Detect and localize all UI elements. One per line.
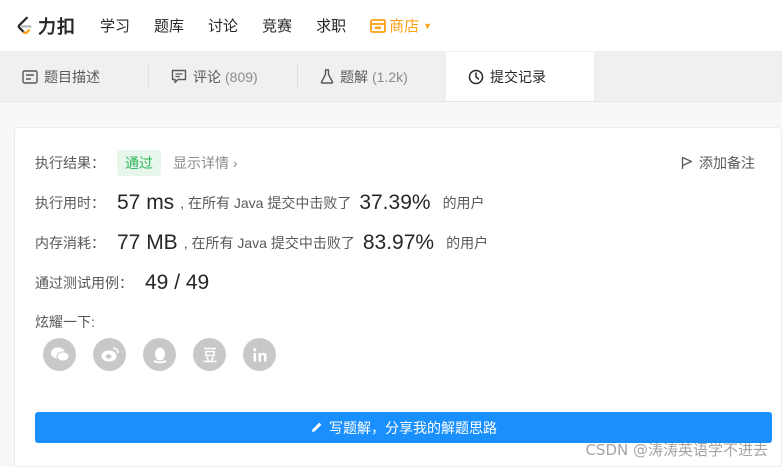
nav-item-shop[interactable]: 商店 ▼ (370, 15, 432, 36)
memory-label: 内存消耗： (35, 235, 105, 251)
chevron-down-icon: ▼ (423, 20, 433, 31)
tab-solutions-count: (1.2k) (372, 68, 408, 85)
write-solution-label: 写题解，分享我的解题思路 (329, 419, 497, 436)
memory-suffix: 的用户 (446, 235, 489, 251)
comment-icon (171, 69, 187, 84)
runtime-label: 执行用时： (35, 195, 105, 211)
testcases-value: 49 / 49 (145, 271, 210, 294)
runtime-percent: 37.39% (359, 191, 431, 214)
flag-icon (681, 156, 693, 169)
nav-item-discuss[interactable]: 讨论 (208, 15, 238, 36)
tab-solutions[interactable]: 题解 (1.2k) (298, 52, 446, 101)
watermark: CSDN @涛涛英语学不进去 (585, 441, 768, 459)
share-label: 炫耀一下: (35, 314, 95, 330)
linkedin-icon[interactable] (243, 338, 276, 371)
flask-icon (320, 69, 334, 84)
leetcode-logo-icon (17, 16, 32, 34)
shop-icon (370, 18, 386, 33)
testcases-label: 通过测试用例： (35, 275, 133, 291)
tab-solutions-label: 题解 (340, 68, 368, 85)
memory-value: 77 MB (117, 231, 178, 254)
weibo-icon[interactable] (93, 338, 126, 371)
runtime-value: 57 ms (117, 191, 175, 214)
result-label: 执行结果： (35, 155, 105, 171)
nav-item-learn[interactable]: 学习 (100, 15, 130, 36)
brand-name: 力扣 (38, 16, 76, 37)
shop-label: 商店 (389, 18, 420, 35)
tab-submissions[interactable]: 提交记录 (446, 52, 594, 101)
top-nav: 力扣 学习 题库 讨论 竞赛 求职 商店 ▼ (0, 0, 782, 52)
add-note-button[interactable]: 添加备注 (681, 153, 755, 173)
qq-icon[interactable] (143, 338, 176, 371)
runtime-text: , 在所有 Java 提交中击败了 (180, 195, 352, 211)
brand-logo[interactable]: 力扣 (14, 13, 76, 39)
douban-icon[interactable] (193, 338, 226, 371)
memory-percent: 83.97% (362, 231, 435, 254)
description-icon (22, 69, 38, 84)
submission-result-card: 执行结果： 通过 显示详情 › 添加备注 执行用时： 57 ms , 在所有 J… (14, 127, 782, 467)
clock-icon (468, 69, 484, 85)
memory-text: , 在所有 Java 提交中击败了 (183, 235, 355, 251)
testcases-row: 通过测试用例： 49 / 49 (35, 271, 209, 295)
add-note-label: 添加备注 (699, 155, 755, 171)
tab-comments-label: 评论 (193, 68, 221, 85)
memory-row: 内存消耗： 77 MB , 在所有 Java 提交中击败了 83.97% 的用户 (35, 231, 488, 255)
status-badge: 通过 (117, 150, 161, 176)
tab-comments-count: (809) (225, 68, 258, 85)
tab-submissions-label: 提交记录 (490, 68, 546, 85)
runtime-row: 执行用时： 57 ms , 在所有 Java 提交中击败了 37.39% 的用户 (35, 191, 485, 215)
tab-description-label: 题目描述 (44, 68, 100, 85)
share-label-row: 炫耀一下: (35, 312, 95, 332)
runtime-suffix: 的用户 (442, 195, 485, 211)
wechat-icon[interactable] (43, 338, 76, 371)
show-details-link[interactable]: 显示详情 › (173, 153, 238, 173)
nav-item-contest[interactable]: 竞赛 (262, 15, 292, 36)
tab-comments[interactable]: 评论 (809) (149, 52, 297, 101)
nav-item-problems[interactable]: 题库 (154, 15, 184, 36)
tab-description[interactable]: 题目描述 (0, 52, 148, 101)
pencil-icon (312, 422, 322, 432)
share-icons (43, 338, 293, 371)
nav-item-jobs[interactable]: 求职 (316, 15, 346, 36)
result-row: 执行结果： 通过 显示详情 › (35, 150, 238, 176)
tab-bar: 题目描述 评论 (809) 题解 (1.2k) 提交记录 (0, 52, 782, 102)
